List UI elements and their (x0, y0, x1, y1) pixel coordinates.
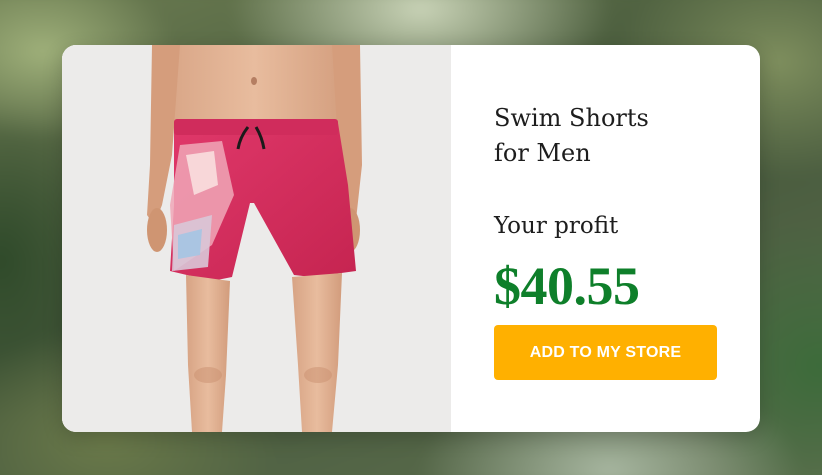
add-to-store-button[interactable]: ADD TO MY STORE (494, 325, 717, 380)
product-title: Swim Shorts for Men (494, 101, 674, 171)
product-title-line2: for Men (494, 139, 591, 167)
product-info: Swim Shorts for Men Your profit $40.55 A… (451, 45, 760, 432)
product-card: Swim Shorts for Men Your profit $40.55 A… (62, 45, 760, 432)
profit-price: $40.55 (494, 256, 640, 316)
product-title-line1: Swim Shorts (494, 104, 649, 132)
profit-label: Your profit (494, 213, 619, 239)
product-image (62, 45, 451, 432)
